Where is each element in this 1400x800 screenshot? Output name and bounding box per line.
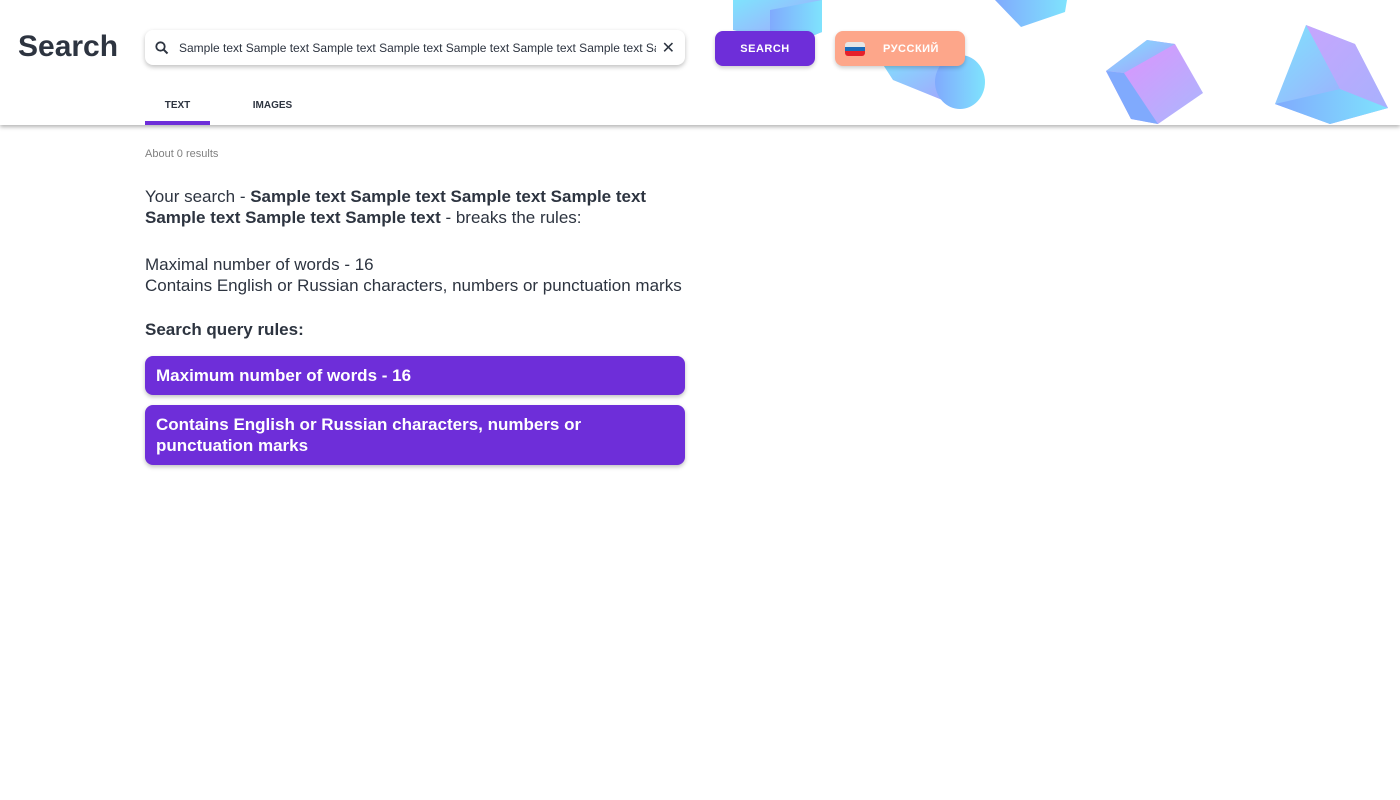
search-input[interactable] — [179, 40, 656, 55]
violation-item: Contains English or Russian characters, … — [145, 276, 682, 295]
violation-item: Maximal number of words - 16 — [145, 255, 374, 274]
russia-flag-icon — [845, 42, 865, 56]
tabs: TEXT IMAGES — [145, 90, 335, 125]
tab-text[interactable]: TEXT — [145, 90, 210, 125]
language-label: РУССКИЙ — [883, 42, 939, 55]
violations: Maximal number of words - 16 Contains En… — [145, 254, 685, 296]
search-box[interactable]: ✕ — [145, 30, 685, 65]
rules-heading: Search query rules: — [145, 320, 304, 339]
search-icon — [155, 40, 169, 54]
search-button[interactable]: SEARCH — [715, 31, 815, 66]
error-message: Your search - Sample text Sample text Sa… — [145, 186, 685, 228]
tab-images[interactable]: IMAGES — [210, 90, 335, 125]
language-button[interactable]: РУССКИЙ — [835, 31, 965, 66]
clear-icon[interactable]: ✕ — [662, 38, 675, 58]
message-prefix: Your search - — [145, 187, 251, 206]
results-count: About 0 results — [145, 148, 219, 160]
results: About 0 results Your search - Sample tex… — [145, 148, 685, 465]
page-title: Search — [18, 30, 119, 63]
rule-card: Contains English or Russian characters, … — [145, 405, 685, 465]
rule-card: Maximum number of words - 16 — [145, 356, 685, 395]
message-suffix: - breaks the rules: — [440, 208, 582, 227]
